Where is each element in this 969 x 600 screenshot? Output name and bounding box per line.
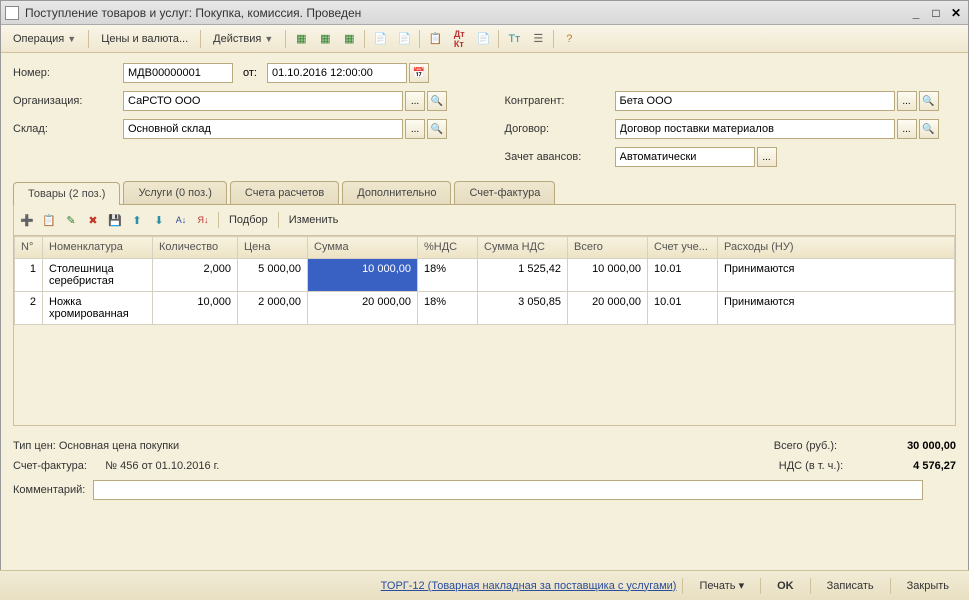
move-down-icon[interactable]: ⬇ [150,211,168,229]
total-label: Всего (руб.): [774,440,837,452]
col-vatrate[interactable]: %НДС [418,237,478,259]
toolbar-icon-dtкt[interactable]: ДтКт [450,30,468,48]
invoice-value: № 456 от 01.10.2016 г. [105,460,219,472]
counterparty-label: Контрагент: [505,95,615,107]
toolbar-icon-9[interactable]: Тт [505,30,523,48]
toolbar-icon-10[interactable]: ☰ [529,30,547,48]
number-input[interactable] [123,63,233,83]
change-button[interactable]: Изменить [285,214,343,226]
comment-input[interactable] [93,480,923,500]
tab-goods[interactable]: Товары (2 поз.) [13,182,120,205]
add-row-icon[interactable]: ➕ [18,211,36,229]
calendar-button[interactable]: 📅 [409,63,429,83]
toolbar-disk-icon[interactable]: 💾 [106,211,124,229]
col-expenses[interactable]: Расходы (НУ) [718,237,955,259]
toolbar-icon-4[interactable]: 📄 [371,30,389,48]
toolbar-icon-5[interactable]: 📄 [395,30,413,48]
invoice-label: Счет-фактура: [13,460,87,472]
footer-info: Тип цен: Основная цена покупки Всего (ру… [1,432,968,512]
help-icon[interactable]: ? [560,30,578,48]
number-label: Номер: [13,67,123,79]
comment-label: Комментарий: [13,484,85,496]
copy-row-icon[interactable]: 📋 [40,211,58,229]
col-account[interactable]: Счет уче... [648,237,718,259]
minimize-button[interactable]: _ [908,6,924,20]
tab-additional[interactable]: Дополнительно [342,181,451,204]
close-bottom-button[interactable]: Закрыть [897,577,959,595]
toolbar-icon-1[interactable]: ▦ [292,30,310,48]
contract-select-button[interactable]: ... [897,119,917,139]
ok-button[interactable]: OK [767,577,804,595]
edit-row-icon[interactable]: ✎ [62,211,80,229]
toolbar-icon-2[interactable]: ▦ [316,30,334,48]
menu-actions[interactable]: Действия▼ [207,30,279,48]
vat-label: НДС (в т. ч.): [779,460,843,472]
table-row[interactable]: 2Ножка хромированная10,0002 000,0020 000… [15,292,955,325]
org-select-button[interactable]: ... [405,91,425,111]
print-button[interactable]: Печать ▾ [689,576,754,595]
price-type: Тип цен: Основная цена покупки [13,440,179,452]
menu-operation[interactable]: Операция▼ [7,30,82,48]
col-sum[interactable]: Сумма [308,237,418,259]
document-icon [5,6,19,20]
close-button[interactable]: ✕ [948,6,964,20]
warehouse-search-button[interactable]: 🔍 [427,119,447,139]
advance-input[interactable] [615,147,755,167]
vat-value: 4 576,27 [913,460,956,472]
warehouse-select-button[interactable]: ... [405,119,425,139]
col-nomenclature[interactable]: Номенклатура [43,237,153,259]
counterparty-search-button[interactable]: 🔍 [919,91,939,111]
move-up-icon[interactable]: ⬆ [128,211,146,229]
tab-services[interactable]: Услуги (0 поз.) [123,181,226,204]
col-vatsum[interactable]: Сумма НДС [478,237,568,259]
grid-toolbar: ➕ 📋 ✎ ✖ 💾 ⬆ ⬇ A↓ Я↓ Подбор Изменить [13,205,956,236]
col-price[interactable]: Цена [238,237,308,259]
select-button[interactable]: Подбор [225,214,272,226]
sort-desc-icon[interactable]: Я↓ [194,211,212,229]
toolbar-icon-8[interactable]: 📄 [474,30,492,48]
delete-row-icon[interactable]: ✖ [84,211,102,229]
titlebar: Поступление товаров и услуг: Покупка, ко… [1,1,968,25]
grid-header-row: N° Номенклатура Количество Цена Сумма %Н… [15,237,955,259]
tab-invoice[interactable]: Счет-фактура [454,181,555,204]
col-n[interactable]: N° [15,237,43,259]
warehouse-input[interactable] [123,119,403,139]
advance-select-button[interactable]: ... [757,147,777,167]
torg-link[interactable]: ТОРГ-12 (Товарная накладная за поставщик… [381,580,677,592]
form-area: Номер: от: 📅 Организация: ... 🔍 Склад: [1,53,968,432]
table-row[interactable]: 1Столешница серебристая2,0005 000,0010 0… [15,259,955,292]
counterparty-select-button[interactable]: ... [897,91,917,111]
save-button[interactable]: Записать [817,577,884,595]
counterparty-input[interactable] [615,91,895,111]
warehouse-label: Склад: [13,123,123,135]
org-label: Организация: [13,95,123,107]
advance-label: Зачет авансов: [505,151,615,163]
grid[interactable]: N° Номенклатура Количество Цена Сумма %Н… [13,236,956,426]
org-search-button[interactable]: 🔍 [427,91,447,111]
contract-input[interactable] [615,119,895,139]
contract-label: Договор: [505,123,615,135]
contract-search-button[interactable]: 🔍 [919,119,939,139]
sort-asc-icon[interactable]: A↓ [172,211,190,229]
col-total[interactable]: Всего [568,237,648,259]
bottom-bar: ТОРГ-12 (Товарная накладная за поставщик… [0,570,969,600]
menubar: Операция▼ Цены и валюта... Действия▼ ▦ ▦… [1,25,968,53]
toolbar-icon-6[interactable]: 📋 [426,30,444,48]
tab-strip: Товары (2 поз.) Услуги (0 поз.) Счета ра… [13,181,956,205]
org-input[interactable] [123,91,403,111]
col-qty[interactable]: Количество [153,237,238,259]
from-label: от: [243,67,257,79]
toolbar-icon-3[interactable]: ▦ [340,30,358,48]
maximize-button[interactable]: □ [928,6,944,20]
tab-accounts[interactable]: Счета расчетов [230,181,339,204]
window-title: Поступление товаров и услуг: Покупка, ко… [25,6,904,20]
date-input[interactable] [267,63,407,83]
menu-prices[interactable]: Цены и валюта... [95,30,194,48]
total-value: 30 000,00 [907,440,956,452]
